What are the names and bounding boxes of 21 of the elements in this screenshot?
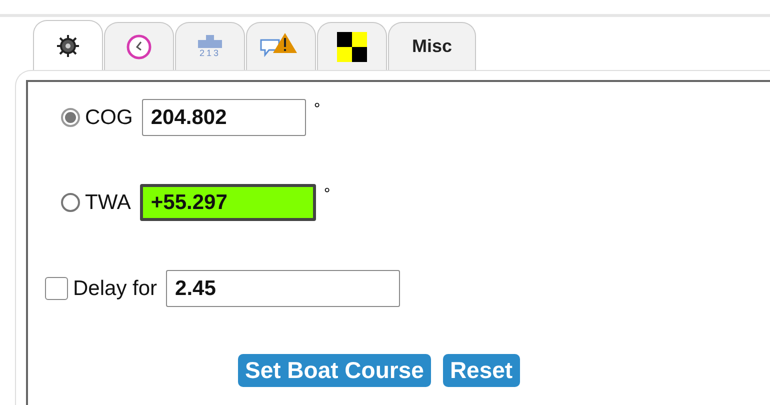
checkered-flag-icon: [337, 32, 367, 62]
radio-button[interactable]: [61, 108, 80, 127]
option-label: TWA: [85, 190, 131, 214]
tab[interactable]: [317, 22, 387, 70]
delay-input-field[interactable]: 2.45: [166, 270, 400, 307]
podium-label: 213: [199, 48, 221, 58]
option-label: COG: [85, 106, 133, 130]
reset-button[interactable]: Reset: [442, 354, 520, 387]
radio-button[interactable]: [61, 193, 80, 212]
checkbox[interactable]: [45, 277, 68, 300]
angle-input-field[interactable]: +55.297: [140, 184, 316, 221]
ship-wheel-icon: [56, 34, 80, 58]
degree-unit: °: [324, 186, 330, 204]
podium-icon: [198, 35, 222, 48]
clock-icon: [126, 34, 152, 60]
delay-label: Delay for: [73, 276, 158, 300]
angle-input-field[interactable]: 204.802: [142, 99, 306, 136]
tab[interactable]: Misc: [388, 22, 476, 70]
tab[interactable]: [33, 20, 103, 70]
set-course-button[interactable]: Set Boat Course: [238, 354, 431, 387]
degree-unit: °: [314, 101, 320, 119]
